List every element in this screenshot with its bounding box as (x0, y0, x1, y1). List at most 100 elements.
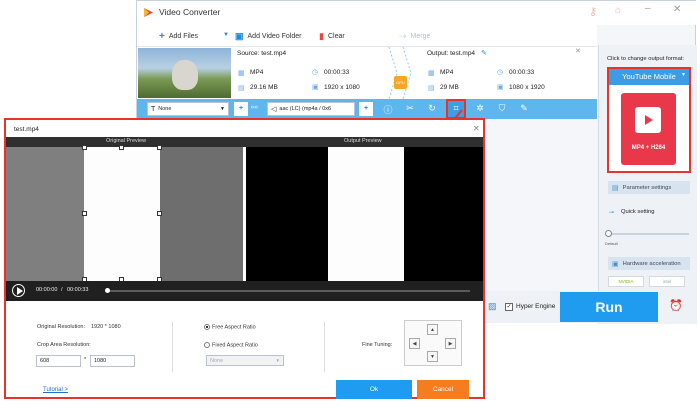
watermark-icon[interactable]: ⛉ (495, 103, 509, 114)
bottom-bar: ▨ ✓ Hyper Engine Run ⏰ (485, 291, 696, 323)
run-button[interactable]: Run (560, 292, 658, 322)
aspect-ratio-select[interactable]: None ▼ (206, 355, 284, 366)
add-subtitle-button[interactable]: + (234, 102, 248, 116)
remove-file-icon[interactable]: ✕ (575, 47, 581, 55)
cart-icon[interactable]: ⌂ (615, 5, 621, 16)
crop-width-input[interactable]: 608 (36, 355, 81, 367)
rotate-icon[interactable]: ↻ (425, 103, 439, 114)
nudge-down-button[interactable]: ▼ (427, 351, 438, 362)
nudge-right-button[interactable]: ▶ (445, 338, 456, 349)
minimize-icon[interactable]: – (645, 3, 651, 14)
scissors-icon[interactable]: ✂ (403, 103, 417, 114)
seek-handle[interactable] (105, 288, 110, 293)
merge-icon: ⇢ (399, 31, 407, 41)
crop-area[interactable] (84, 147, 160, 281)
close-icon[interactable]: ✕ (673, 4, 681, 15)
source-format: MP4 (250, 69, 264, 76)
crop-handle[interactable] (157, 145, 162, 150)
fine-tuning-pad: ▲ ▼ ◀ ▶ (404, 320, 462, 366)
size-icon: ▤ (238, 85, 245, 92)
format-name: YouTube Mobile (609, 69, 689, 85)
free-aspect-label: Free Aspect Ratio (212, 324, 256, 331)
output-duration: 00:00:33 (509, 69, 535, 76)
settings-icon: ▤ (612, 184, 619, 192)
fixed-aspect-option[interactable]: Fixed Aspect Ratio (204, 342, 258, 348)
output-label: Output: test.mp4 (427, 50, 476, 57)
edit-name-icon[interactable]: ✎ (481, 49, 487, 57)
original-preview[interactable] (6, 145, 243, 282)
add-files-button[interactable]: + Add Files (159, 31, 198, 42)
nudge-up-button[interactable]: ▲ (427, 324, 438, 335)
add-audio-button[interactable]: + (359, 102, 373, 116)
output-resolution: 1080 x 1920 (509, 84, 545, 91)
edit-pen-icon[interactable]: ✎ (517, 103, 531, 114)
original-resolution-value: 1920 * 1080 (91, 324, 121, 330)
app-title: Video Converter (159, 7, 221, 17)
free-aspect-option[interactable]: Free Aspect Ratio (204, 324, 256, 330)
param-settings-label: Parameter settings (622, 184, 672, 191)
audio-track-value: aac (LC) (mp4a / 0x6 (279, 106, 332, 112)
tutorial-link[interactable]: Tutorial > (43, 387, 68, 393)
quality-slider-track[interactable] (607, 233, 689, 235)
crop-handle[interactable] (82, 145, 87, 150)
chip-icon: ▣ (612, 260, 619, 268)
crop-height-input[interactable]: 1080 (90, 355, 135, 367)
dialog-close-icon[interactable]: ✕ (473, 124, 480, 133)
format-icon: ▦ (238, 70, 245, 77)
hyper-engine-label: Hyper Engine (516, 303, 556, 310)
file-row: Source: test.mp4 ▦ MP4 ◷ 00:00:33 ▤ 29.1… (137, 46, 597, 100)
nudge-left-button[interactable]: ◀ (409, 338, 420, 349)
parameter-settings-button[interactable]: ▤ Parameter settings (608, 181, 690, 194)
crop-mask-left (6, 147, 84, 281)
crop-separator: * (84, 357, 87, 363)
chevron-down-icon: ▼ (681, 72, 686, 78)
size-icon: ▤ (428, 85, 435, 92)
crop-handle[interactable] (82, 211, 87, 216)
clear-button[interactable]: ▮ Clear (319, 31, 345, 42)
crop-handle[interactable] (119, 145, 124, 150)
folder-icon[interactable]: ▨ (488, 301, 497, 312)
format-icon: ▦ (428, 70, 435, 77)
merge-button[interactable]: ⇢ Merge (399, 31, 430, 42)
youtube-logo-icon (635, 107, 661, 133)
clock-icon: ◷ (497, 69, 504, 76)
source-resolution: 1920 x 1080 (324, 84, 360, 91)
effects-icon[interactable]: ✲ (473, 103, 487, 114)
clock-icon: ◷ (312, 69, 319, 76)
source-size: 29.16 MB (250, 84, 278, 91)
format-selector[interactable]: YouTube Mobile ▼ MP4 + H264 (607, 67, 691, 173)
ok-button[interactable]: Ok (336, 380, 412, 399)
original-preview-label: Original Preview (106, 138, 147, 144)
player-bar: 00:00:00 / 00:00:33 (6, 281, 483, 301)
audio-track-select[interactable]: ◁ aac (LC) (mp4a / 0x6 (267, 102, 355, 116)
hyper-engine-checkbox[interactable]: ✓ (505, 303, 513, 311)
key-icon[interactable]: ⚷ (589, 5, 597, 18)
quality-slider-handle[interactable] (605, 230, 612, 237)
info-icon[interactable]: ⓘ (381, 103, 395, 116)
aspect-ratio-value: None (210, 357, 224, 364)
quick-setting-icon: ⊸ (609, 210, 615, 216)
source-duration: 00:00:33 (324, 69, 350, 76)
crop-handle[interactable] (157, 211, 162, 216)
hardware-acceleration-button[interactable]: ▣ Hardware acceleration (608, 257, 690, 270)
trash-icon: ▮ (319, 31, 324, 41)
output-format-panel: Click to change output format: YouTube M… (598, 45, 697, 324)
subtitle-select[interactable]: T None ▼ (147, 102, 229, 116)
add-folder-button[interactable]: ▣ Add Video Folder (235, 31, 301, 42)
video-thumbnail[interactable] (138, 48, 231, 98)
play-button[interactable] (12, 284, 25, 297)
output-frame (328, 147, 404, 281)
fine-tuning-label: Fine Tuning: (362, 342, 393, 348)
alarm-clock-icon[interactable]: ⏰ (669, 299, 683, 312)
folder-plus-icon: ▣ (235, 31, 244, 41)
add-folder-label: Add Video Folder (247, 33, 302, 40)
link-icon[interactable]: ⚯ (251, 103, 258, 112)
subtitle-value: None (158, 106, 172, 112)
toolbar: + Add Files ▼ ▣ Add Video Folder ▮ Clear… (137, 25, 597, 47)
cancel-button[interactable]: Cancel (417, 380, 469, 399)
dialog-title: test.mp4 (14, 126, 39, 133)
add-files-dropdown-icon[interactable]: ▼ (223, 32, 229, 38)
seek-bar[interactable] (106, 290, 470, 292)
original-resolution-label: Original Resolution: (37, 324, 85, 330)
nvidia-badge: NVIDIA (608, 276, 644, 287)
